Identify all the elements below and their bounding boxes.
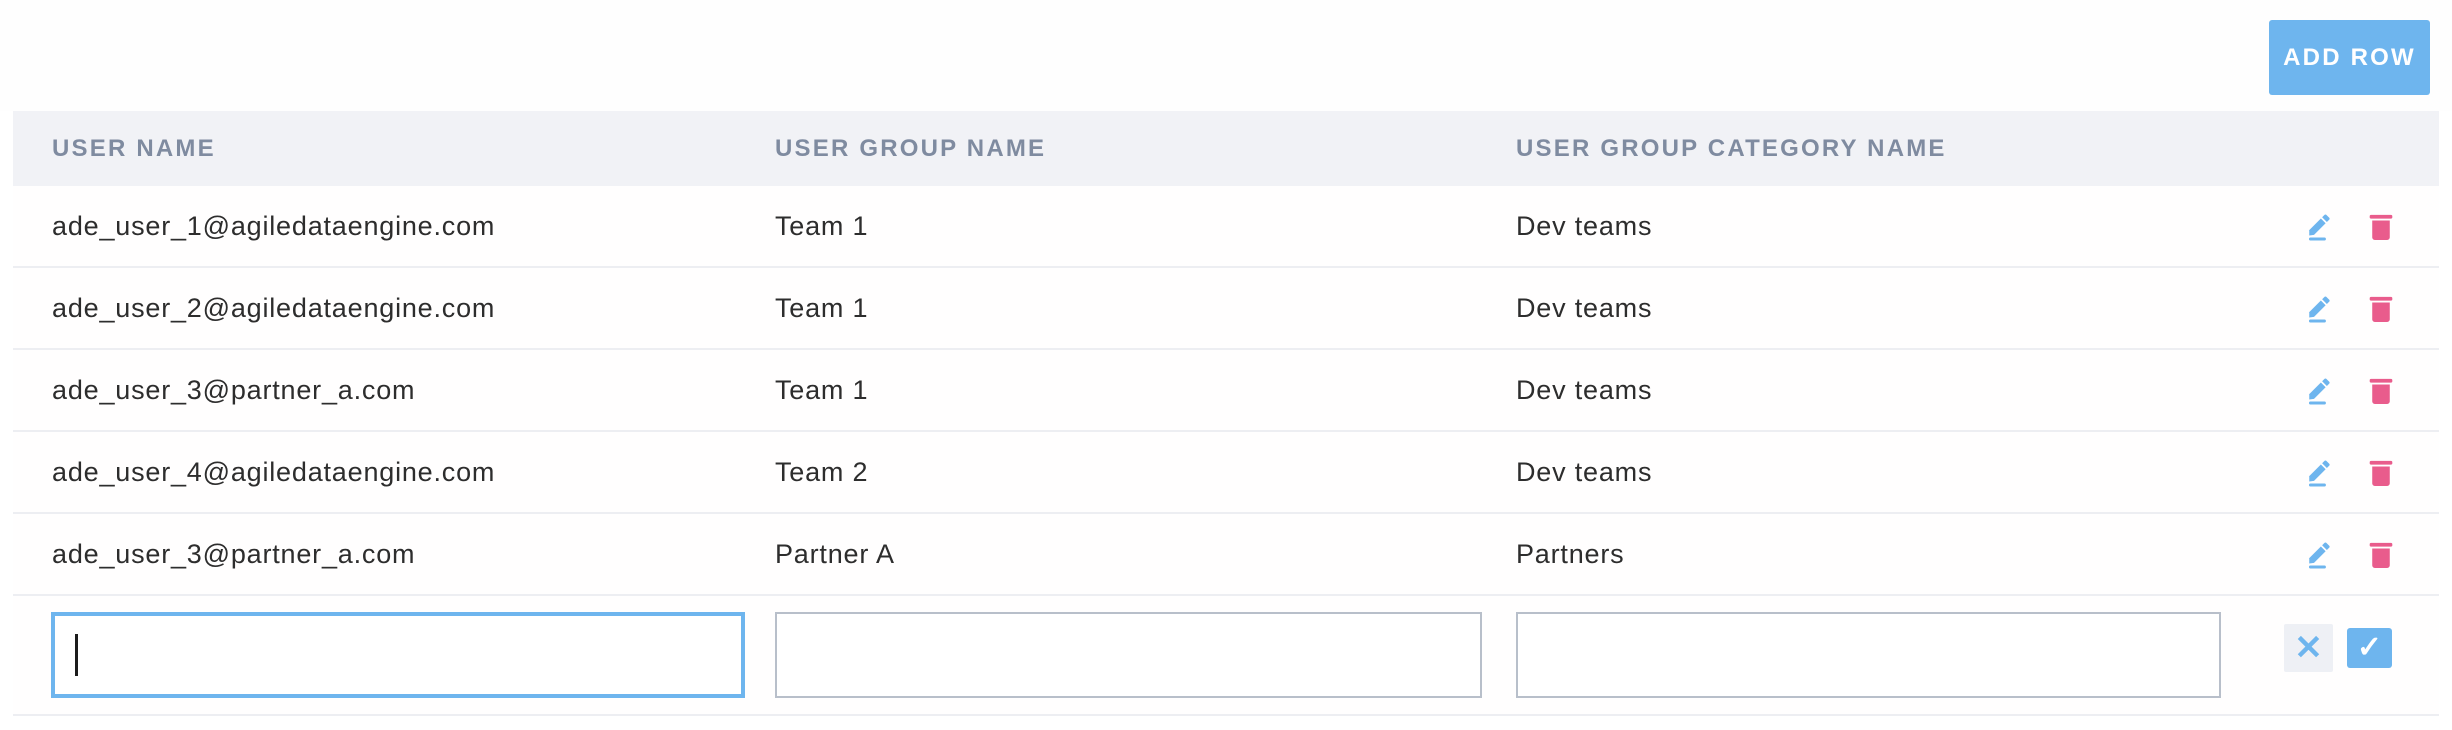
- edit-row-button[interactable]: [2305, 457, 2333, 487]
- pencil-icon: [2304, 539, 2334, 569]
- row-actions: [2257, 539, 2439, 569]
- delete-row-button[interactable]: [2367, 293, 2395, 323]
- edit-row-button[interactable]: [2305, 375, 2333, 405]
- header-user-name: USER NAME: [13, 135, 775, 163]
- delete-row-button[interactable]: [2367, 375, 2395, 405]
- cell-user-group-category-name: Partners: [1516, 539, 2257, 570]
- new-row-editor: ✕ ✓: [13, 596, 2439, 716]
- cancel-new-row-button[interactable]: ✕: [2284, 624, 2333, 672]
- pencil-icon: [2304, 375, 2334, 405]
- table-row: ade_user_2@agiledataengine.com Team 1 De…: [13, 268, 2439, 350]
- row-actions: [2257, 457, 2439, 487]
- new-user-name-wrap: [51, 612, 745, 698]
- cell-user-name: ade_user_3@partner_a.com: [13, 375, 775, 406]
- cell-user-group-name: Team 2: [775, 457, 1516, 488]
- row-actions: [2257, 293, 2439, 323]
- header-user-group-category-name: USER GROUP CATEGORY NAME: [1516, 135, 2257, 163]
- table-row: ade_user_1@agiledataengine.com Team 1 De…: [13, 186, 2439, 268]
- table-row: ade_user_3@partner_a.com Partner A Partn…: [13, 514, 2439, 596]
- new-user-group-name-wrap: [775, 612, 1482, 698]
- edit-row-button[interactable]: [2305, 293, 2333, 323]
- edit-row-button[interactable]: [2305, 539, 2333, 569]
- edit-row-button[interactable]: [2305, 211, 2333, 241]
- x-icon: ✕: [2294, 631, 2323, 665]
- toolbar: ADD ROW: [0, 0, 2452, 111]
- header-user-group-name: USER GROUP NAME: [775, 135, 1516, 163]
- table-row: ade_user_3@partner_a.com Team 1 Dev team…: [13, 350, 2439, 432]
- trash-icon: [2368, 457, 2394, 487]
- delete-row-button[interactable]: [2367, 539, 2395, 569]
- text-caret: [75, 634, 78, 676]
- pencil-icon: [2304, 293, 2334, 323]
- cell-user-group-name: Partner A: [775, 539, 1516, 570]
- table-row: ade_user_4@agiledataengine.com Team 2 De…: [13, 432, 2439, 514]
- trash-icon: [2368, 539, 2394, 569]
- cell-user-group-category-name: Dev teams: [1516, 457, 2257, 488]
- pencil-icon: [2304, 457, 2334, 487]
- cell-user-name: ade_user_4@agiledataengine.com: [13, 457, 775, 488]
- check-icon: ✓: [2357, 633, 2382, 663]
- add-row-button[interactable]: ADD ROW: [2269, 20, 2430, 95]
- cell-user-group-name: Team 1: [775, 293, 1516, 324]
- new-user-group-category-wrap: [1516, 612, 2221, 698]
- cell-user-name: ade_user_1@agiledataengine.com: [13, 211, 775, 242]
- delete-row-button[interactable]: [2367, 211, 2395, 241]
- table-header-row: USER NAME USER GROUP NAME USER GROUP CAT…: [13, 111, 2439, 186]
- cell-user-name: ade_user_2@agiledataengine.com: [13, 293, 775, 324]
- trash-icon: [2368, 211, 2394, 241]
- cell-user-group-category-name: Dev teams: [1516, 211, 2257, 242]
- row-actions: [2257, 211, 2439, 241]
- delete-row-button[interactable]: [2367, 457, 2395, 487]
- cell-user-group-name: Team 1: [775, 211, 1516, 242]
- trash-icon: [2368, 293, 2394, 323]
- new-user-group-category-input[interactable]: [1516, 612, 2221, 698]
- new-user-group-name-input[interactable]: [775, 612, 1482, 698]
- row-actions: [2257, 375, 2439, 405]
- user-groups-table: USER NAME USER GROUP NAME USER GROUP CAT…: [13, 111, 2439, 716]
- cell-user-group-name: Team 1: [775, 375, 1516, 406]
- pencil-icon: [2304, 211, 2334, 241]
- table-body: ade_user_1@agiledataengine.com Team 1 De…: [13, 186, 2439, 596]
- trash-icon: [2368, 375, 2394, 405]
- cell-user-group-category-name: Dev teams: [1516, 293, 2257, 324]
- cell-user-group-category-name: Dev teams: [1516, 375, 2257, 406]
- new-user-name-input[interactable]: [51, 612, 745, 698]
- confirm-new-row-button[interactable]: ✓: [2347, 628, 2392, 668]
- cell-user-name: ade_user_3@partner_a.com: [13, 539, 775, 570]
